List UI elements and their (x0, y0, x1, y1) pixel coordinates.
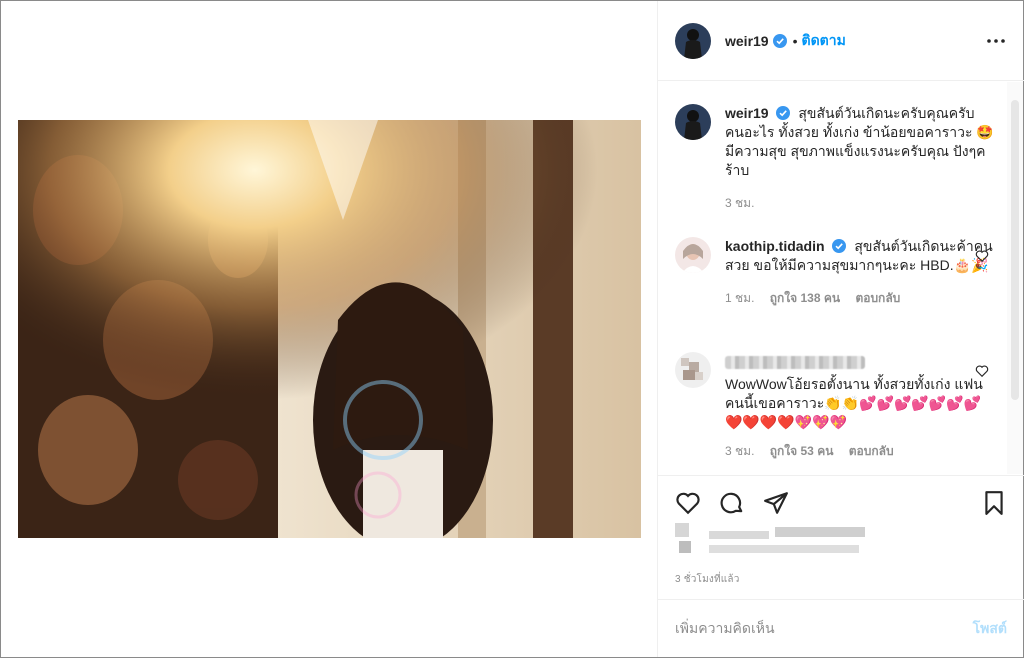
author-username[interactable]: weir19 (725, 33, 769, 49)
post-photo-image (18, 120, 641, 538)
comment-likes[interactable]: ถูกใจ 138 คน (770, 291, 840, 305)
author-avatar[interactable] (675, 22, 711, 59)
heart-icon[interactable] (975, 364, 989, 378)
comment-time[interactable]: 3 ชม. (725, 444, 754, 458)
avatar-image (675, 22, 711, 59)
commenter-avatar-image (675, 352, 711, 388)
post-sidebar: weir19 • ติดตาม weir19 สุขสันต์วันเกิดนะ… (657, 1, 1024, 657)
reply-button[interactable]: ตอบกลับ (855, 291, 900, 305)
comment-text: WowWowโอ้ยรอตั้งนาน ทั้งสวยทั้งเก่ง แฟนค… (725, 376, 983, 430)
comment-input[interactable]: เพิ่มความคิดเห็น (675, 618, 973, 640)
more-icon[interactable] (986, 31, 1006, 51)
caption-username[interactable]: weir19 (725, 105, 769, 121)
caption-avatar[interactable] (675, 104, 711, 140)
comment-username[interactable]: kaothip.tidadin (725, 238, 825, 254)
add-comment-bar: เพิ่มความคิดเห็น โพสต์ (658, 599, 1024, 657)
bookmark-icon[interactable] (981, 490, 1007, 516)
heart-icon[interactable] (675, 490, 701, 516)
post-timestamp[interactable]: 3 ชั่วโมงที่แล้ว (675, 572, 740, 587)
caption: weir19 สุขสันต์วันเกิดนะครับคุณครับ คนอะ… (675, 104, 995, 213)
post-photo[interactable] (18, 120, 641, 538)
verified-icon (772, 33, 787, 48)
comments-list[interactable]: weir19 สุขสันต์วันเกิดนะครับคุณครับ คนอะ… (658, 82, 1006, 474)
verified-icon (776, 106, 791, 120)
comments-scrollbar[interactable] (1007, 82, 1023, 474)
reply-button[interactable]: ตอบกลับ (849, 444, 894, 458)
blurred-likes-image (675, 523, 865, 553)
caption-time[interactable]: 3 ชม. (725, 196, 754, 210)
comment-username-blurred (725, 355, 865, 369)
commenter-avatar-image (675, 237, 711, 273)
post-comment-button[interactable]: โพสต์ (973, 618, 1007, 640)
share-icon[interactable] (763, 490, 789, 516)
comment-item: WowWowโอ้ยรอตั้งนาน ทั้งสวยทั้งเก่ง แฟนค… (675, 352, 995, 461)
heart-icon[interactable] (975, 249, 989, 263)
scrollbar-thumb[interactable] (1011, 100, 1019, 400)
header-separator: • (792, 32, 798, 49)
commenter-avatar[interactable] (675, 237, 711, 273)
comment-item: kaothip.tidadin สุขสันต์วันเกิดนะค้าคนสว… (675, 237, 995, 308)
commenter-avatar[interactable] (675, 352, 711, 388)
comment-icon[interactable] (719, 490, 745, 516)
media-pane (1, 1, 657, 657)
post-header: weir19 • ติดตาม (658, 1, 1024, 81)
verified-icon (832, 239, 847, 253)
follow-button[interactable]: ติดตาม (802, 30, 846, 52)
comment-likes[interactable]: ถูกใจ 53 คน (770, 444, 834, 458)
likes-summary-blurred (675, 523, 875, 559)
comment-time[interactable]: 1 ชม. (725, 291, 754, 305)
caption-avatar-image (675, 104, 711, 140)
